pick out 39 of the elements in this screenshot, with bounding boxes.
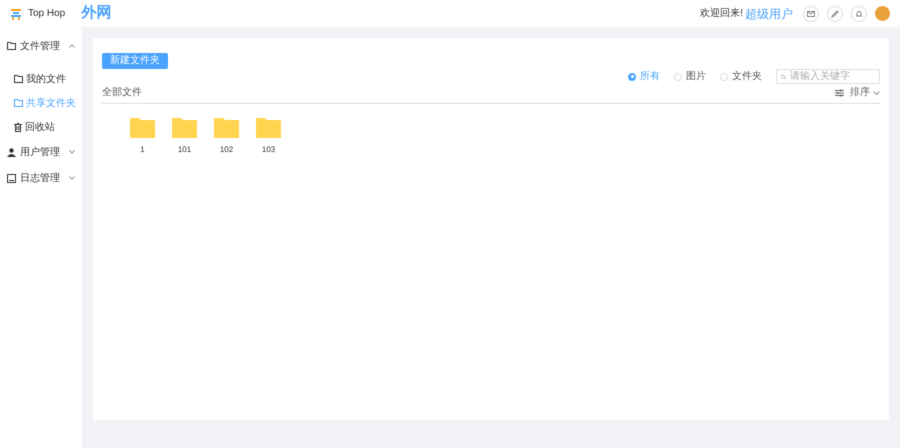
mail-button[interactable] bbox=[803, 6, 819, 22]
page-title: 外网 bbox=[81, 3, 112, 24]
menu-item[interactable]: 我的文件 bbox=[0, 67, 82, 91]
notification-button[interactable] bbox=[851, 6, 867, 22]
welcome-text: 欢迎回来! bbox=[700, 6, 743, 21]
filter-radio[interactable]: 图片 bbox=[674, 69, 706, 84]
avatar[interactable] bbox=[875, 6, 890, 21]
sliders-icon bbox=[835, 88, 844, 96]
user-name: 超级用户 bbox=[745, 6, 793, 22]
user-icon bbox=[7, 148, 16, 156]
folder-icon[interactable] bbox=[130, 118, 155, 138]
folder-name[interactable]: 102 bbox=[220, 144, 234, 156]
breadcrumb: 全部文件 bbox=[102, 86, 142, 100]
folder-icon bbox=[14, 99, 23, 107]
folder-icon bbox=[7, 42, 16, 50]
menu-group[interactable]: 用户管理 bbox=[0, 139, 82, 165]
folder-icon[interactable] bbox=[172, 118, 197, 138]
search-field[interactable]: 请输入关键字 bbox=[776, 69, 880, 84]
folder-name[interactable]: 103 bbox=[262, 144, 276, 156]
folder-icon[interactable] bbox=[214, 118, 239, 138]
filter-radio[interactable]: 文件夹 bbox=[720, 69, 762, 84]
chevron-down-icon bbox=[873, 90, 880, 94]
pen-icon bbox=[831, 10, 839, 18]
logo-text: Top Hop bbox=[28, 7, 66, 21]
search-icon bbox=[781, 72, 786, 80]
folder-name[interactable]: 101 bbox=[178, 144, 192, 156]
folder-name[interactable]: 1 bbox=[140, 144, 145, 156]
menu-item[interactable]: 回收站 bbox=[0, 115, 82, 139]
folder-icon[interactable] bbox=[256, 118, 281, 138]
edit-button[interactable] bbox=[827, 6, 843, 22]
bell-icon bbox=[855, 10, 863, 18]
trash-icon bbox=[14, 122, 22, 132]
sort-button[interactable]: 排序 bbox=[835, 85, 880, 100]
menu-group[interactable]: 日志管理 bbox=[0, 165, 82, 191]
folder-icon bbox=[14, 75, 23, 83]
mail-icon bbox=[807, 10, 815, 16]
document-icon bbox=[7, 174, 16, 182]
logo-icon bbox=[10, 8, 22, 20]
menu-group[interactable]: 文件管理 bbox=[0, 33, 82, 59]
